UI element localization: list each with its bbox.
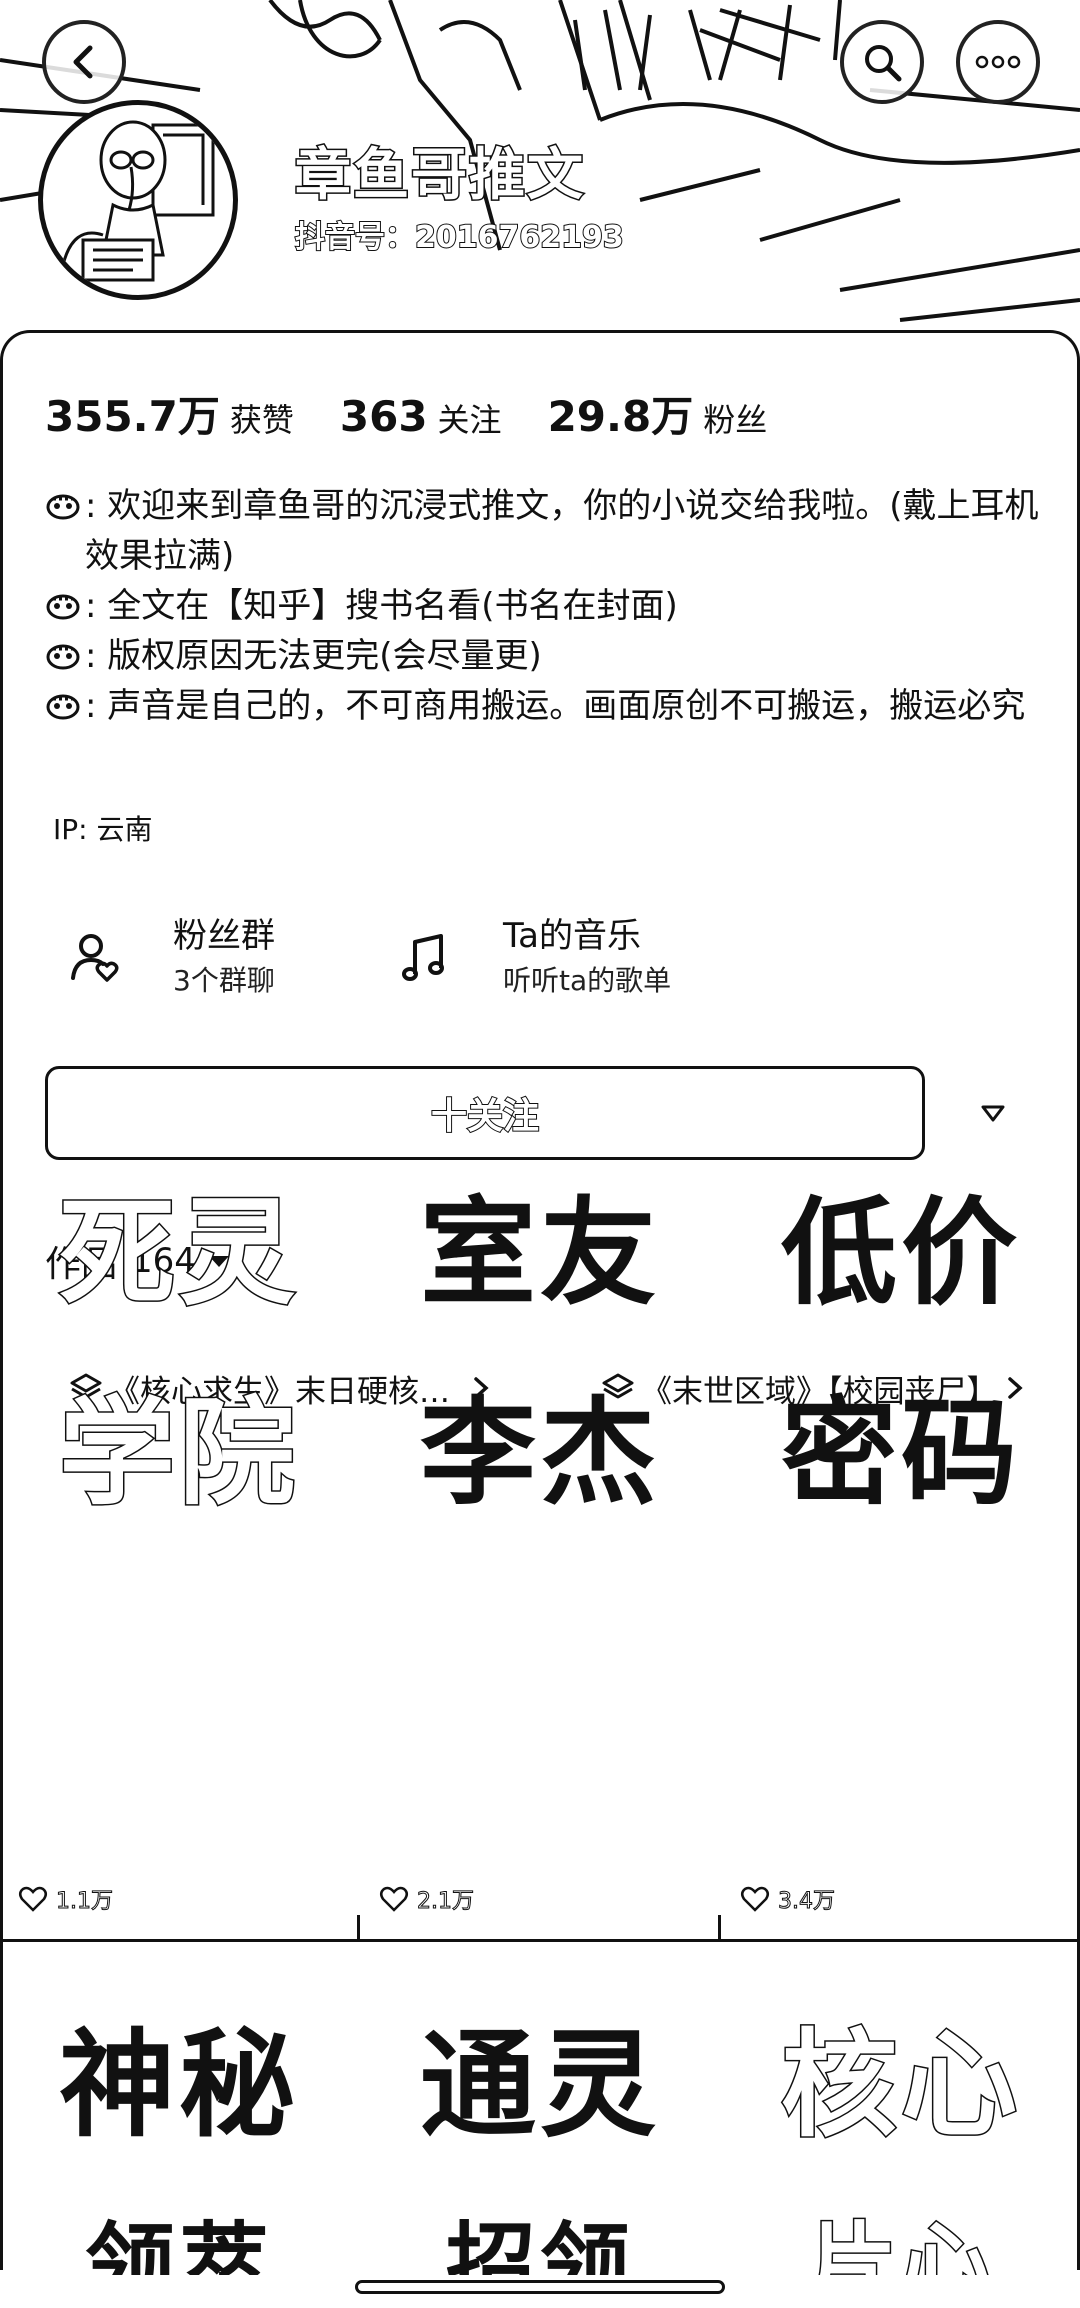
chevron-left-icon — [73, 45, 93, 79]
video-cover-title: 神秘 — [59, 2017, 299, 2153]
video-likes-count: 2.1万 — [417, 1889, 475, 1915]
video-cover-title-partial: 领萃 — [85, 2212, 273, 2275]
video-cover-title: 李杰 — [420, 1385, 660, 1521]
search-icon — [865, 45, 902, 82]
bio-text: : 版权原因无法更完(会尽量更) — [85, 636, 542, 676]
bio-text: : 全文在【知乎】搜书名看(书名在封面) — [85, 586, 678, 626]
grid-row-divider — [0, 1939, 1080, 1942]
follow-more-button[interactable] — [963, 1083, 1023, 1143]
music-note-icon — [395, 928, 455, 988]
squidward-avatar-image — [61, 120, 215, 282]
video-cover-title: 死灵 — [58, 1185, 299, 1321]
more-dots-icon — [975, 55, 1021, 69]
search-button[interactable] — [840, 20, 924, 104]
video-cover-title: 学院 — [58, 1385, 299, 1521]
home-indicator[interactable] — [355, 2280, 725, 2294]
music-title: Ta的音乐 — [503, 916, 641, 956]
squid-emoji-icon — [45, 681, 85, 731]
profile-account-id: 抖音号：2016762193 — [294, 219, 625, 256]
heart-icon — [19, 1886, 47, 1912]
heart-icon — [380, 1886, 408, 1912]
video-cover-title-partial: 片心 — [806, 2211, 995, 2276]
triangle-down-icon — [981, 1105, 1005, 1122]
video-cover-title: 低价 — [781, 1185, 1021, 1321]
grid-col-divider — [718, 1915, 721, 1942]
video-likes-count: 1.1万 — [56, 1889, 114, 1915]
follow-button[interactable]: 十关注 — [45, 1066, 925, 1160]
video-likes: 2.1万 — [379, 1883, 475, 1915]
likes-label[interactable]: 获赞 — [230, 395, 294, 441]
grid-col-divider — [357, 1915, 360, 1942]
ip-location: IP: 云南 — [53, 813, 153, 846]
profile-stats: 355.7万 获赞 363 关注 29.8万 粉丝 — [45, 383, 813, 444]
video-tile[interactable]: 低价 密码 3.4万 — [722, 1175, 1080, 1943]
video-tile[interactable]: 通灵 招领 — [361, 1945, 719, 2275]
video-cover-title: 核心 — [780, 2017, 1021, 2153]
profile-name: 章鱼哥推文 — [294, 142, 585, 210]
fan-group-link[interactable]: 粉丝群 3个群聊 — [65, 913, 275, 1003]
video-likes: 1.1万 — [18, 1883, 114, 1915]
bio-text: : 欢迎来到章鱼哥的沉浸式推文，你的小说交给我啦。(戴上耳机效果拉满) — [85, 486, 1039, 576]
bio-line: : 欢迎来到章鱼哥的沉浸式推文，你的小说交给我啦。(戴上耳机效果拉满) — [45, 481, 1045, 581]
fan-group-title: 粉丝群 — [173, 916, 275, 956]
likes-count[interactable]: 355.7万 — [45, 383, 220, 444]
bio-line: : 声音是自己的，不可商用搬运。画面原创不可搬运，搬运必究 — [45, 681, 1045, 731]
video-tile[interactable]: 室友 李杰 2.1万 — [361, 1175, 719, 1943]
video-tile[interactable]: 死灵 学院 1.1万 — [0, 1175, 358, 1943]
followers-count[interactable]: 29.8万 — [548, 383, 694, 444]
video-grid-row-2: 神秘 领萃 通灵 招领 核心 片心 — [0, 1945, 1080, 2276]
followers-label[interactable]: 粉丝 — [703, 395, 767, 441]
video-likes-count: 3.4万 — [778, 1889, 836, 1915]
user-heart-icon — [65, 928, 125, 988]
avatar[interactable] — [38, 100, 238, 300]
following-label[interactable]: 关注 — [438, 395, 502, 441]
squid-emoji-icon — [45, 481, 85, 531]
profile-bio: : 欢迎来到章鱼哥的沉浸式推文，你的小说交给我啦。(戴上耳机效果拉满) : 全文… — [45, 481, 1045, 731]
more-button[interactable] — [956, 20, 1040, 104]
back-button[interactable] — [42, 20, 126, 104]
music-subtitle: 听听ta的歌单 — [503, 964, 672, 997]
squid-emoji-icon — [45, 631, 85, 681]
video-cover-title: 通灵 — [420, 2017, 660, 2153]
video-tile[interactable]: 核心 片心 — [722, 1945, 1080, 2276]
following-count[interactable]: 363 — [340, 392, 428, 441]
bio-line: : 版权原因无法更完(会尽量更) — [45, 631, 1045, 681]
video-cover-title-partial: 招领 — [446, 2212, 634, 2275]
heart-icon — [741, 1886, 769, 1912]
music-link[interactable]: Ta的音乐 听听ta的歌单 — [395, 913, 671, 1003]
video-cover-title: 室友 — [420, 1185, 660, 1321]
fan-group-subtitle: 3个群聊 — [173, 964, 275, 997]
squid-emoji-icon — [45, 581, 85, 631]
profile-banner: 章鱼哥推文 抖音号：2016762193 — [0, 0, 1080, 330]
video-tile[interactable]: 神秘 领萃 — [0, 1945, 358, 2275]
bio-line: : 全文在【知乎】搜书名看(书名在封面) — [45, 581, 1045, 631]
video-cover-title: 密码 — [781, 1385, 1021, 1521]
bio-text: : 声音是自己的，不可商用搬运。画面原创不可搬运，搬运必究 — [85, 686, 1026, 726]
follow-button-label: 十关注 — [430, 1095, 540, 1138]
video-likes: 3.4万 — [740, 1883, 836, 1915]
